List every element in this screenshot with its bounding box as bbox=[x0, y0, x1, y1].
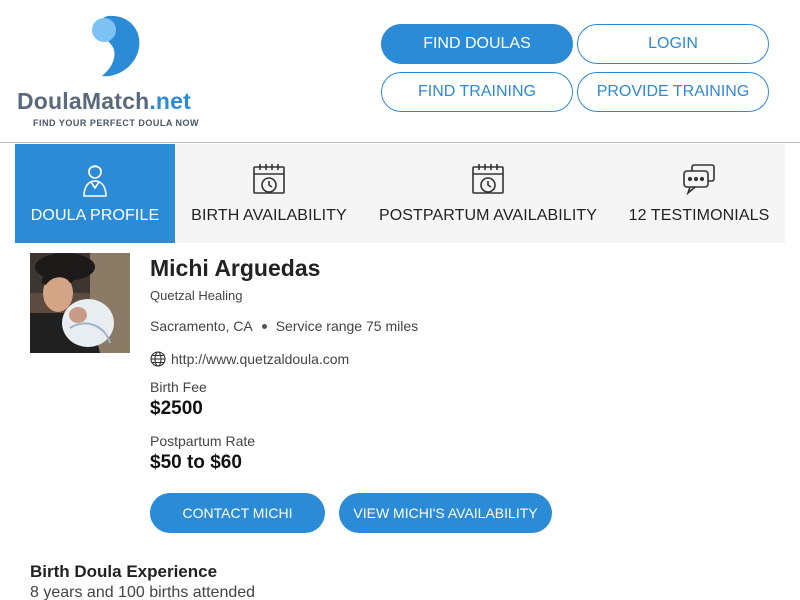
experience-heading: Birth Doula Experience bbox=[30, 562, 218, 581]
doula-profile-icon bbox=[83, 165, 107, 197]
tab-birth-availability[interactable]: BIRTH AVAILABILITY bbox=[175, 144, 363, 243]
logo-word-3: .net bbox=[149, 88, 192, 114]
find-doulas-button[interactable]: FIND DOULAS bbox=[381, 24, 573, 64]
tab-doula-profile[interactable]: DOULA PROFILE bbox=[15, 144, 175, 243]
globe-icon bbox=[150, 351, 166, 367]
calendar-clock-icon bbox=[253, 164, 285, 194]
birth-fee-value: $2500 bbox=[150, 398, 203, 419]
experience-text: 8 years and 100 births attended bbox=[30, 584, 256, 600]
location: Sacramento, CA bbox=[150, 318, 253, 334]
tab-postpartum-availability[interactable]: POSTPARTUM AVAILABILITY bbox=[363, 144, 613, 243]
logo-wordmark: DoulaMatch.net bbox=[17, 88, 191, 115]
logo-icon bbox=[92, 15, 140, 77]
location-line: Sacramento, CA Service range 75 miles bbox=[150, 318, 418, 334]
tab-testimonials[interactable]: 12 TESTIMONIALS bbox=[613, 144, 785, 243]
website-url[interactable]: http://www.quetzaldoula.com bbox=[171, 351, 349, 367]
logo-tagline: FIND YOUR PERFECT DOULA NOW bbox=[33, 118, 199, 128]
profile-photo bbox=[30, 253, 130, 353]
find-training-button[interactable]: FIND TRAINING bbox=[381, 72, 573, 112]
tab-label: POSTPARTUM AVAILABILITY bbox=[378, 207, 598, 224]
calendar-clock-icon bbox=[472, 164, 504, 194]
postpartum-rate-label: Postpartum Rate bbox=[150, 433, 256, 449]
profile-tabs: DOULA PROFILE BIRTH AVAILABILITY POSTPAR… bbox=[15, 144, 785, 243]
site-header: DoulaMatch.net FIND YOUR PERFECT DOULA N… bbox=[0, 0, 800, 143]
postpartum-rate-value: $50 to $60 bbox=[150, 452, 242, 473]
tab-label: 12 TESTIMONIALS bbox=[628, 207, 770, 224]
birth-fee-label: Birth Fee bbox=[150, 379, 207, 395]
doula-name: Michi Arguedas bbox=[150, 255, 321, 281]
separator-dot bbox=[261, 323, 267, 329]
tab-label: DOULA PROFILE bbox=[30, 207, 160, 224]
contact-doula-button[interactable]: CONTACT MICHI bbox=[150, 493, 325, 533]
service-range: Service range 75 miles bbox=[275, 318, 419, 334]
login-button[interactable]: LOGIN bbox=[577, 24, 769, 64]
profile-photo-image bbox=[30, 253, 130, 353]
tab-label: BIRTH AVAILABILITY bbox=[191, 207, 347, 224]
logo-word-1: Doula bbox=[17, 88, 82, 114]
business-name: Quetzal Healing bbox=[150, 288, 243, 303]
view-availability-button[interactable]: VIEW MICHI'S AVAILABILITY bbox=[339, 493, 552, 533]
logo-word-2: Match bbox=[81, 88, 150, 114]
website-link[interactable]: http://www.quetzaldoula.com bbox=[150, 351, 349, 367]
provide-training-button[interactable]: PROVIDE TRAINING bbox=[577, 72, 769, 112]
chat-bubbles-icon bbox=[683, 164, 715, 196]
